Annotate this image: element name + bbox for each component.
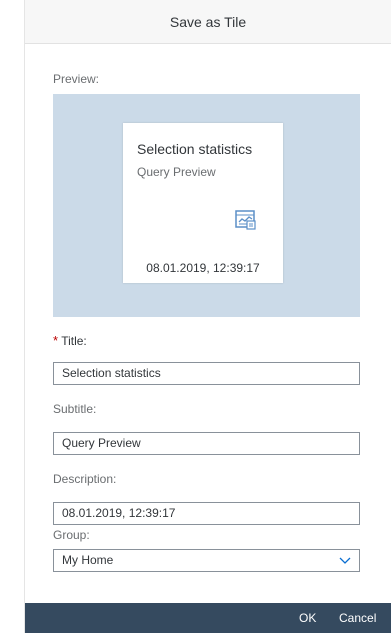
required-marker: * [53, 333, 59, 348]
description-input[interactable]: 08.01.2019, 12:39:17 [53, 502, 360, 525]
save-as-tile-dialog: Save as Tile Preview: Selection statisti… [24, 0, 391, 633]
tile-preview-area: Selection statistics Query Preview 08.01… [53, 94, 360, 317]
group-select-value: My Home [62, 553, 114, 567]
subtitle-input[interactable]: Query Preview [53, 432, 360, 455]
tile-subtitle: Query Preview [137, 165, 216, 179]
group-select[interactable]: My Home [53, 549, 360, 572]
dialog-title: Save as Tile [169, 13, 247, 30]
tile-title: Selection statistics [137, 141, 253, 157]
tile-footer: 08.01.2019, 12:39:17 [146, 261, 260, 275]
title-label: * Title: [53, 333, 87, 348]
description-label: Description: [53, 472, 117, 486]
chart-document-icon [235, 210, 256, 230]
subtitle-label: Subtitle: [53, 402, 97, 416]
cancel-button[interactable]: Cancel [339, 603, 376, 633]
ok-button[interactable]: OK [299, 603, 316, 633]
title-input[interactable]: Selection statistics [53, 362, 360, 385]
page: Save as Tile Preview: Selection statisti… [0, 0, 391, 633]
dialog-header: Save as Tile [25, 0, 391, 44]
tile-preview: Selection statistics Query Preview 08.01… [123, 123, 283, 283]
group-label: Group: [53, 528, 90, 542]
title-label-text: Title: [61, 334, 87, 348]
preview-label: Preview: [53, 72, 100, 86]
dialog-footer: OK Cancel [25, 603, 391, 633]
chevron-down-icon[interactable] [339, 555, 351, 565]
